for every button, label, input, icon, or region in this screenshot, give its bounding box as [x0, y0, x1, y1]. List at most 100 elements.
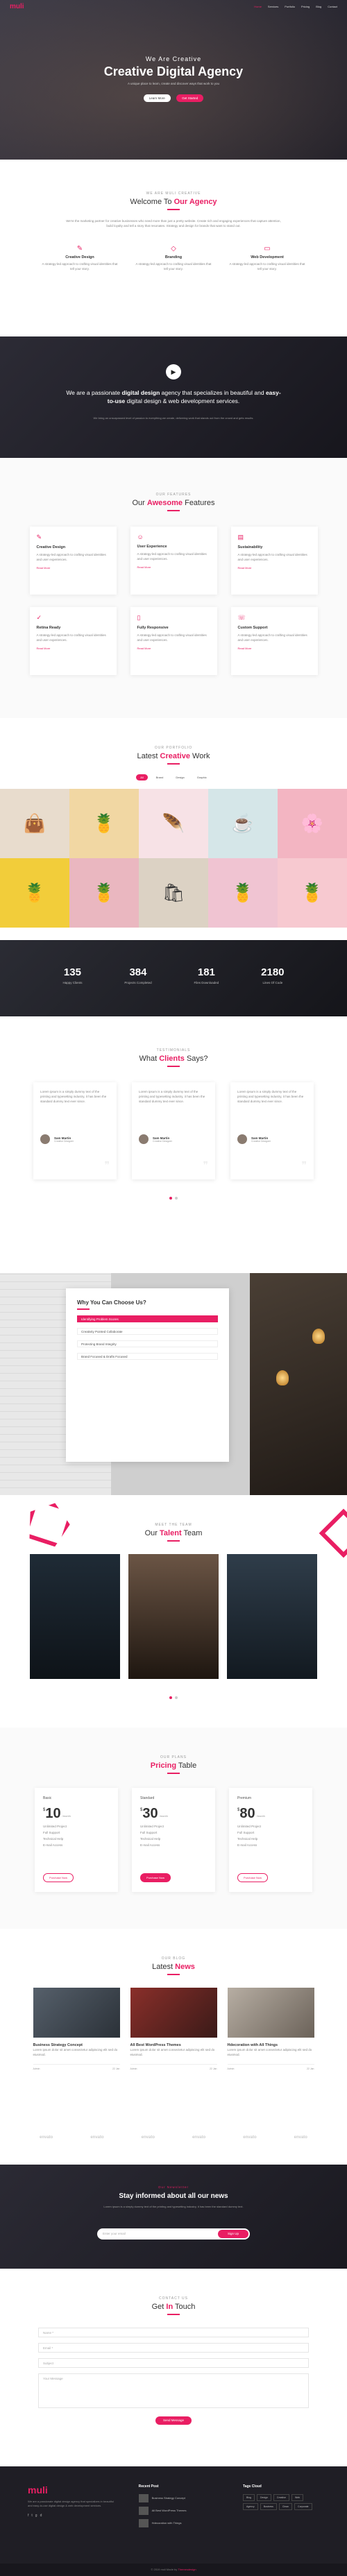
read-more-link[interactable]: Read More	[238, 566, 311, 570]
carousel-dot[interactable]	[175, 1696, 178, 1699]
features-grid: ✎ Creative Design A strategy-led approach …	[0, 527, 347, 675]
pricing-kicker: Our Plans	[160, 1755, 187, 1759]
accordion-item[interactable]: Identifying Problem Scores	[77, 1315, 218, 1322]
footer-post[interactable]: Business Strategy Concept	[138, 2494, 222, 2502]
read-more-link[interactable]: Read More	[37, 647, 110, 650]
dribbble-icon[interactable]: d	[40, 2514, 42, 2518]
video-section: ▶ We are a passionate digital design age…	[0, 336, 347, 458]
client-logo: envato	[192, 2135, 206, 2140]
team-member-photo[interactable]	[227, 1554, 317, 1679]
diamond-decoration	[319, 1508, 347, 1558]
hero-kicker: We Are Creative	[145, 56, 202, 62]
nav-item-blog[interactable]: Blog	[316, 5, 321, 8]
client-logo: envato	[243, 2135, 257, 2140]
portfolio-item[interactable]: 👜	[0, 789, 69, 858]
footer-logo[interactable]: muli	[28, 2484, 118, 2496]
stat-item: 181 Files Downloaded	[194, 966, 219, 984]
portfolio-item[interactable]: 🍍	[69, 789, 139, 858]
accordion-item[interactable]: Protecting Brand Integrity	[77, 1340, 218, 1347]
news-card[interactable]: Business Strategy Concept Lorem ipsum do…	[33, 1988, 120, 2070]
portfolio-item[interactable]: 🍍	[69, 858, 139, 928]
footer-heading: Recent Post	[138, 2484, 159, 2489]
accordion-item[interactable]: Creativity Pointed Collaborate	[77, 1328, 218, 1335]
footer-heading: Tags Cloud	[243, 2484, 262, 2489]
filter-brand[interactable]: Brand	[152, 774, 168, 781]
feature-creative-design: ✎ Creative Design A strategy-led approac…	[42, 245, 118, 271]
news-card[interactable]: All Best WordPress Themes Lorem ipsum do…	[130, 1988, 217, 2070]
why-choose-section: Why You Can Choose Us? Identifying Probl…	[0, 1273, 347, 1495]
read-more-link[interactable]: Read More	[137, 565, 210, 569]
pineapple-icon: 🍍	[301, 882, 324, 903]
carousel-dots	[0, 1690, 347, 1703]
post-thumbnail	[138, 2519, 149, 2527]
nav-item-services[interactable]: Services	[268, 5, 278, 8]
portfolio-item[interactable]: 🍍	[278, 858, 347, 928]
read-more-link[interactable]: Read More	[137, 647, 210, 650]
carousel-dot[interactable]	[169, 1696, 172, 1699]
avatar	[139, 1134, 149, 1144]
tag[interactable]: Corporate	[294, 2503, 312, 2510]
tag[interactable]: Agency	[243, 2503, 258, 2510]
get-started-button[interactable]: Get Started	[176, 94, 204, 102]
carousel-dot[interactable]	[175, 1197, 178, 1200]
send-message-button[interactable]: Send Message	[155, 2416, 192, 2425]
name-field[interactable]: Name *	[38, 2328, 309, 2337]
email-field[interactable]: Email *	[38, 2343, 309, 2353]
nav-item-pricing[interactable]: Pricing	[301, 5, 310, 8]
site-logo[interactable]: muli	[10, 3, 24, 10]
flower-icon: 🌸	[301, 812, 324, 834]
author-role: Creative Designer	[54, 1139, 74, 1143]
subject-field[interactable]: Subject	[38, 2358, 309, 2368]
team-member-photo[interactable]	[30, 1554, 120, 1679]
portfolio-section: Our Portfolio Latest Creative Work All B…	[0, 718, 347, 940]
avatar	[40, 1134, 50, 1144]
portfolio-item[interactable]: ☕	[208, 789, 278, 858]
portfolio-kicker: Our Portfolio	[154, 746, 193, 750]
learn-more-button[interactable]: Learn More	[143, 94, 171, 102]
purchase-button[interactable]: Purchase Now	[237, 1873, 269, 1882]
signup-button[interactable]: Sign Up	[218, 2230, 248, 2238]
tag[interactable]: Creative	[273, 2494, 289, 2501]
purchase-button[interactable]: Purchase Now	[43, 1873, 74, 1882]
nav-item-home[interactable]: Home	[254, 5, 262, 8]
portfolio-item[interactable]: 🍍	[208, 858, 278, 928]
tag[interactable]: Blog	[243, 2494, 255, 2501]
carousel-dot[interactable]	[169, 1197, 172, 1200]
filter-all[interactable]: All	[136, 774, 148, 781]
footer-post[interactable]: Hdecoration with Things	[138, 2519, 222, 2527]
hero-overlay	[0, 0, 347, 160]
twitter-icon[interactable]: t	[31, 2514, 32, 2518]
read-more-link[interactable]: Read More	[37, 566, 110, 570]
portfolio-item[interactable]: 🌸	[278, 789, 347, 858]
google-icon[interactable]: g	[35, 2514, 37, 2518]
stat-item: 384 Projects Completed	[124, 966, 151, 984]
plan-feature: Full Support	[43, 1831, 60, 1834]
tag[interactable]: Design	[257, 2494, 271, 2501]
footer-post[interactable]: All Best WordPress Themes	[138, 2507, 222, 2515]
portfolio-item[interactable]: 🛍	[139, 858, 208, 928]
stat-label: Projects Completed	[124, 981, 152, 984]
portfolio-item[interactable]: 🍍	[0, 858, 69, 928]
message-field[interactable]: Your Message	[38, 2373, 309, 2408]
newsletter-form: Enter your email Sign Up	[97, 2228, 250, 2240]
email-input[interactable]: Enter your email	[103, 2232, 126, 2235]
play-icon[interactable]: ▶	[166, 364, 181, 379]
tag[interactable]: Business	[260, 2503, 277, 2510]
filter-graphic[interactable]: Graphic	[193, 774, 211, 781]
filter-design[interactable]: Design	[171, 774, 188, 781]
team-member-photo[interactable]	[128, 1554, 219, 1679]
tag[interactable]: Clean	[278, 2503, 293, 2510]
brush-icon: ✎	[76, 245, 83, 253]
nav-item-contact[interactable]: Contact	[328, 5, 337, 8]
tag[interactable]: Web	[291, 2494, 304, 2501]
news-card[interactable]: Hdecoration with All Things Lorem ipsum …	[227, 1988, 314, 2070]
portfolio-item[interactable]: 🪶	[139, 789, 208, 858]
purchase-button[interactable]: Purchase Now	[140, 1873, 171, 1882]
read-more-link[interactable]: Read More	[238, 647, 311, 650]
accordion-item[interactable]: Brand Focused & Drafts Focused	[77, 1353, 218, 1360]
stat-number: 2180	[261, 966, 285, 978]
title-underline	[167, 1540, 180, 1542]
nav-item-portfolio[interactable]: Portfolio	[285, 5, 295, 8]
news-excerpt: Lorem ipsum dolor sit amet consectetur a…	[130, 2048, 215, 2056]
video-text: We are a passionate digital design agenc…	[66, 389, 281, 404]
